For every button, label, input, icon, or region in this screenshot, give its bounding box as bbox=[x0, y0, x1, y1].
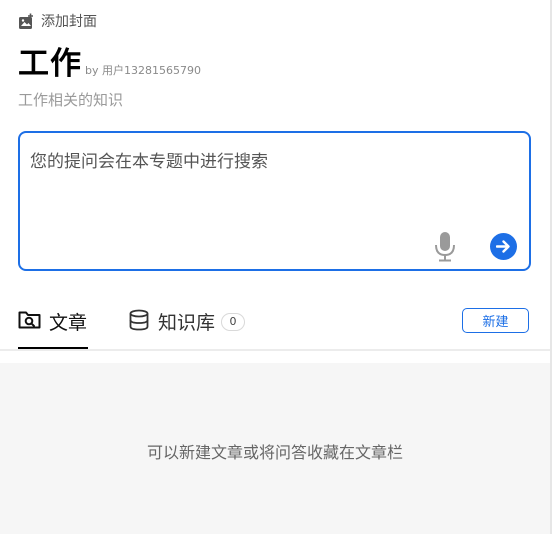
topic-header: 工作 by 用户13281565790 bbox=[18, 46, 201, 82]
image-add-icon bbox=[18, 13, 35, 30]
tabs-divider bbox=[0, 349, 550, 351]
tab-knowledge-base-label: 知识库 bbox=[158, 312, 216, 334]
articles-empty-panel: 可以新建文章或将问答收藏在文章栏 bbox=[0, 363, 550, 534]
arrow-right-icon bbox=[496, 240, 510, 253]
tab-articles-label: 文章 bbox=[49, 312, 88, 334]
new-article-button[interactable]: 新建 bbox=[462, 308, 529, 333]
prompt-box bbox=[18, 131, 531, 271]
prompt-input[interactable] bbox=[30, 147, 410, 207]
tab-articles[interactable]: 文章 bbox=[18, 308, 87, 335]
database-icon bbox=[128, 309, 150, 335]
knowledge-base-count-badge: 0 bbox=[221, 312, 246, 331]
add-cover-label: 添加封面 bbox=[41, 14, 97, 30]
tab-knowledge-base[interactable]: 知识库 0 bbox=[128, 308, 246, 335]
search-folder-icon bbox=[18, 310, 41, 334]
microphone-icon[interactable] bbox=[433, 231, 457, 267]
topic-author: by 用户13281565790 bbox=[85, 64, 201, 77]
add-cover-button[interactable]: 添加封面 bbox=[18, 11, 97, 31]
send-button[interactable] bbox=[490, 233, 517, 260]
empty-state-message: 可以新建文章或将问答收藏在文章栏 bbox=[146, 443, 403, 462]
topic-title: 工作 bbox=[18, 46, 82, 82]
topic-description: 工作相关的知识 bbox=[18, 91, 124, 109]
